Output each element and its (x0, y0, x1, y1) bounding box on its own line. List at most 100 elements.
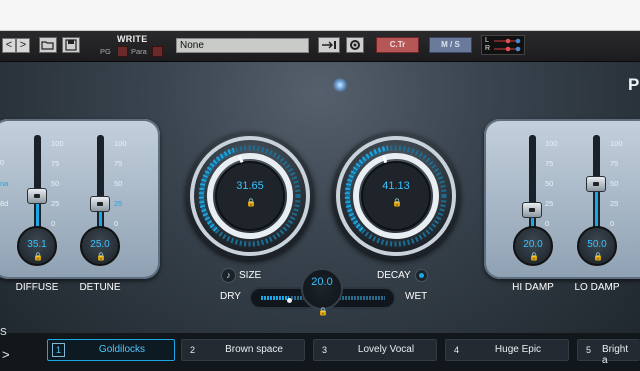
diffuse-scale-100: 100 (51, 139, 64, 148)
lock-icon[interactable]: 🔒 (529, 252, 539, 261)
edge-scale-1: na (0, 179, 9, 188)
hi-damp-scale-0: 0 (545, 219, 550, 228)
folder-open-button[interactable] (39, 37, 57, 53)
side-arrow-button[interactable]: > (2, 347, 10, 362)
detune-scale-0: 0 (114, 219, 119, 228)
gear-icon (350, 40, 360, 50)
diffuse-scale-25: 25 (51, 199, 60, 208)
hi-damp-scale-25: 25 (545, 199, 554, 208)
preset-slot-name: Bright a (602, 344, 629, 366)
size-label: SIZE (239, 270, 262, 281)
lock-icon[interactable]: 🔒 (96, 252, 106, 261)
lo-damp-label: LO DAMP (574, 282, 620, 293)
detune-scale-100: 100 (114, 139, 127, 148)
detune-value: 25.0 (90, 239, 110, 250)
preset-slot-name: Brown space (225, 344, 283, 355)
para-write-toggle[interactable] (152, 46, 163, 57)
l-label: L (485, 37, 489, 44)
edge-scale-2: 8d (0, 199, 9, 208)
hi-damp-scale-50: 50 (545, 179, 554, 188)
detune-scale-50: 50 (114, 179, 123, 188)
hi-damp-value: 20.0 (523, 239, 543, 250)
size-knob[interactable]: 31.65 🔒 (186, 132, 314, 260)
lock-icon[interactable]: 🔒 (246, 198, 256, 207)
mix-value-bubble[interactable]: 20.0 (301, 268, 343, 310)
host-toolbar: < > WRITE PG Para None C.Tr M / S L R (0, 31, 640, 62)
side-s-label: S (0, 327, 7, 338)
reverb-plugin: P 0 na 8d 100 75 50 25 0 35.1 🔒 DIFFUSE … (0, 62, 640, 371)
detune-scale-75: 75 (114, 159, 123, 168)
hi-damp-scale-100: 100 (545, 139, 558, 148)
status-light (333, 78, 347, 92)
lo-damp-scale-50: 50 (610, 179, 619, 188)
diffuse-value: 35.1 (27, 239, 47, 250)
lock-icon[interactable]: 🔒 (593, 252, 603, 261)
preset-slot-name: Goldilocks (98, 344, 146, 355)
size-knob-ring (190, 136, 310, 256)
preset-slot-name: Huge Epic (494, 344, 542, 355)
ctr-button[interactable]: C.Tr (376, 37, 419, 53)
detune-fader-thumb[interactable] (90, 196, 110, 212)
lo-damp-scale-0: 0 (610, 219, 615, 228)
write-label: WRITE (117, 34, 148, 44)
lo-damp-fader-thumb[interactable] (586, 176, 606, 192)
diffuse-scale-0: 0 (51, 219, 56, 228)
diffuse-scale-75: 75 (51, 159, 60, 168)
load-preset-button[interactable] (318, 37, 340, 53)
preset-bar: S > 1 Goldilocks 2 Brown space 3 Lovely … (0, 327, 640, 371)
lo-damp-value: 50.0 (587, 239, 607, 250)
preset-slot-3[interactable]: 3 Lovely Vocal (313, 339, 437, 361)
preset-slot-1[interactable]: 1 Goldilocks (47, 339, 175, 361)
mix-slider-fill (261, 296, 289, 300)
preset-name-field[interactable]: None (176, 38, 309, 53)
lock-icon[interactable]: 🔒 (33, 252, 43, 261)
mix-slider-handle[interactable] (287, 298, 292, 303)
back-button[interactable]: < (2, 38, 16, 53)
pg-write-toggle[interactable] (117, 46, 128, 57)
diffuse-fader-thumb[interactable] (27, 188, 47, 204)
decay-knob-ring (336, 136, 456, 256)
r-label: R (485, 45, 491, 52)
preset-slot-5[interactable]: 5 Bright a (577, 339, 640, 366)
diffuse-scale-50: 50 (51, 179, 60, 188)
preset-slot-2[interactable]: 2 Brown space (181, 339, 305, 361)
edge-scale-0: 0 (0, 158, 5, 167)
lock-icon[interactable]: 🔒 (392, 198, 402, 207)
arrow-to-bar-icon (322, 41, 336, 49)
preset-slot-4[interactable]: 4 Huge Epic (445, 339, 569, 361)
wet-label: WET (405, 291, 428, 302)
lo-damp-scale-100: 100 (610, 139, 623, 148)
preset-slot-name: Lovely Vocal (357, 344, 415, 355)
detune-label: DETUNE (79, 282, 121, 293)
save-button[interactable] (62, 37, 80, 53)
forward-button[interactable]: > (16, 38, 30, 53)
ms-button[interactable]: M / S (429, 37, 472, 53)
preset-slot-number: 2 (189, 345, 195, 355)
detune-scale-25: 25 (114, 199, 123, 208)
decay-indicator-dot[interactable] (415, 269, 428, 282)
size-note-icon[interactable]: ♪ (221, 268, 236, 283)
decay-label: DECAY (377, 270, 411, 281)
folder-icon (41, 41, 54, 50)
hi-damp-fader-thumb[interactable] (522, 202, 542, 218)
pg-label: PG (100, 47, 111, 56)
para-label: Para (131, 47, 147, 56)
mix-value: 20.0 (311, 276, 333, 288)
preset-slot-number: 5 (585, 345, 591, 355)
lock-icon[interactable]: 🔒 (318, 307, 328, 316)
preset-slot-number: 1 (52, 343, 65, 357)
hi-damp-label: HI DAMP (512, 282, 554, 293)
diffuse-label: DIFFUSE (15, 282, 59, 293)
lr-routing-display[interactable]: L R (481, 35, 525, 55)
settings-button[interactable] (346, 37, 364, 53)
save-icon (65, 39, 77, 51)
lo-damp-scale-25: 25 (610, 199, 619, 208)
dry-label: DRY (220, 291, 241, 302)
brand-logo: P (628, 75, 640, 94)
routing-icon (494, 38, 521, 52)
decay-knob[interactable]: 41.13 🔒 (332, 132, 460, 260)
size-value: 31.65 (236, 180, 264, 192)
top-blank-area (0, 0, 640, 31)
decay-value: 41.13 (382, 180, 410, 192)
hi-damp-scale-75: 75 (545, 159, 554, 168)
